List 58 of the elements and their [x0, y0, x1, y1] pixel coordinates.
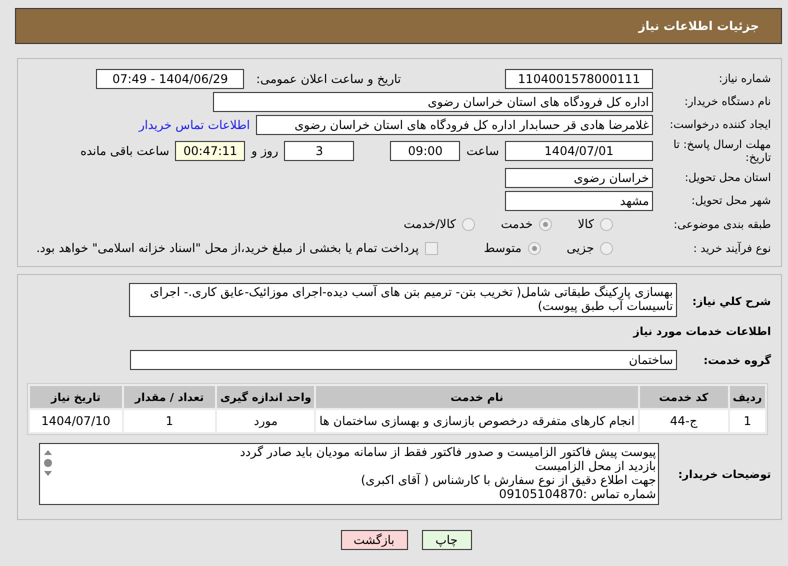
field-label: شرح کلي نياز:: [691, 295, 771, 308]
requester-field: غلامرضا هادی قر حسابدار اداره کل فرودگاه های استان خراسان رضوی: [256, 114, 653, 134]
table-cell: انجام کارهای متفرقه درخصوص بازسازی و بهسازی ساختمان ها: [316, 410, 638, 432]
service-group-field: ساختمان: [130, 350, 677, 370]
field-label: استان محل تحویل:: [684, 171, 771, 184]
table-cell: 1: [730, 410, 765, 432]
field-label: ساعت باقی مانده: [80, 144, 170, 158]
deadline-time-field: 09:00: [390, 141, 460, 161]
checkbox[interactable]: [424, 242, 438, 254]
field-label: طبقه بندی موضوعی:: [672, 218, 771, 230]
radio-label: کالا/خدمت: [404, 217, 456, 231]
scrollbar-icon: [43, 450, 53, 476]
announce-date-field: 1404/06/29 - 07:49: [96, 68, 244, 88]
column-header: تاریخ نیاز: [30, 386, 122, 408]
radio-label: جزیی: [566, 241, 594, 255]
field-label: ساعت: [466, 144, 499, 158]
radio-label: کالا: [578, 217, 594, 231]
field-label: مهلت ارسال پاسخ: تا تاریخ:: [672, 138, 771, 164]
table-cell: ج-44: [640, 410, 728, 432]
radio-button[interactable]: [462, 218, 475, 230]
table-cell: 1: [124, 410, 216, 432]
checkbox-label: پرداخت تمام یا بخشی از مبلغ خرید،از محل "اسناد خزانه اسلامی" خواهد بود.: [36, 241, 419, 255]
contact-link[interactable]: اطلاعات تماس خریدار: [138, 118, 250, 132]
province-field: خراسان رضوی: [505, 168, 653, 188]
radio-label: خدمت: [500, 217, 533, 231]
radio-label: متوسط: [484, 241, 522, 255]
section-title: اطلاعات خدمات مورد نیاز: [632, 324, 771, 338]
days-field: 3: [284, 141, 354, 161]
field-label: شهر محل تحویل:: [690, 194, 771, 207]
field-label: شماره نیاز:: [718, 72, 771, 85]
column-header: ردیف: [730, 386, 765, 408]
remaining-time-field: 00:47:11: [175, 141, 246, 161]
description-field[interactable]: بهسازی پارکینگ طبقاتی شامل( تخریب بتن- ترمیم بتن های آسب دیده-اجرای موزائیک-عایق کاری.- اجرای تاسیسات آب طبق پیوست): [129, 283, 677, 317]
need-number-field: 1104001578000111: [505, 68, 653, 88]
column-header: کد خدمت: [640, 386, 728, 408]
notes-field[interactable]: پیوست پیش فاکتور الزامیست و صدور فاکتور فقط از سامانه مودیان باید صادر گردد بازدید از محل الزامیست جهت اطلاع دقیق از نوع سفارش با کارشناس ( آقای اکبری) شماره تماس :09105104870: [39, 443, 659, 505]
page-title: جزئیات اطلاعات نیاز: [638, 19, 759, 33]
print-button[interactable]: چاپ: [422, 530, 472, 550]
back-button[interactable]: بازگشت: [340, 530, 408, 550]
radio-button[interactable]: [528, 242, 541, 254]
field-label: گروه خدمت:: [702, 354, 771, 366]
column-header: تعداد / مقدار: [124, 386, 216, 408]
field-label: نوع فرآیند خرید :: [692, 242, 771, 254]
field-label: روز و: [251, 144, 278, 158]
deadline-date-field: 1404/07/01: [505, 141, 653, 161]
table-cell: مورد: [217, 410, 314, 432]
field-label: توضیحات خریدار:: [677, 468, 771, 480]
column-header: نام خدمت: [316, 386, 638, 408]
buyer-org-field: اداره کل فرودگاه های استان خراسان رضوی: [213, 92, 653, 112]
city-field: مشهد: [505, 190, 653, 210]
column-header: واحد اندازه گیری: [217, 386, 314, 408]
radio-button[interactable]: [600, 218, 613, 230]
radio-button[interactable]: [600, 242, 613, 254]
field-label: نام دستگاه خریدار:: [683, 95, 771, 108]
table-cell: 1404/07/10: [30, 410, 122, 432]
radio-button[interactable]: [538, 218, 552, 230]
field-label: ایجاد کننده درخواست:: [668, 118, 771, 131]
field-label: تاریخ و ساعت اعلان عمومی:: [256, 72, 401, 86]
